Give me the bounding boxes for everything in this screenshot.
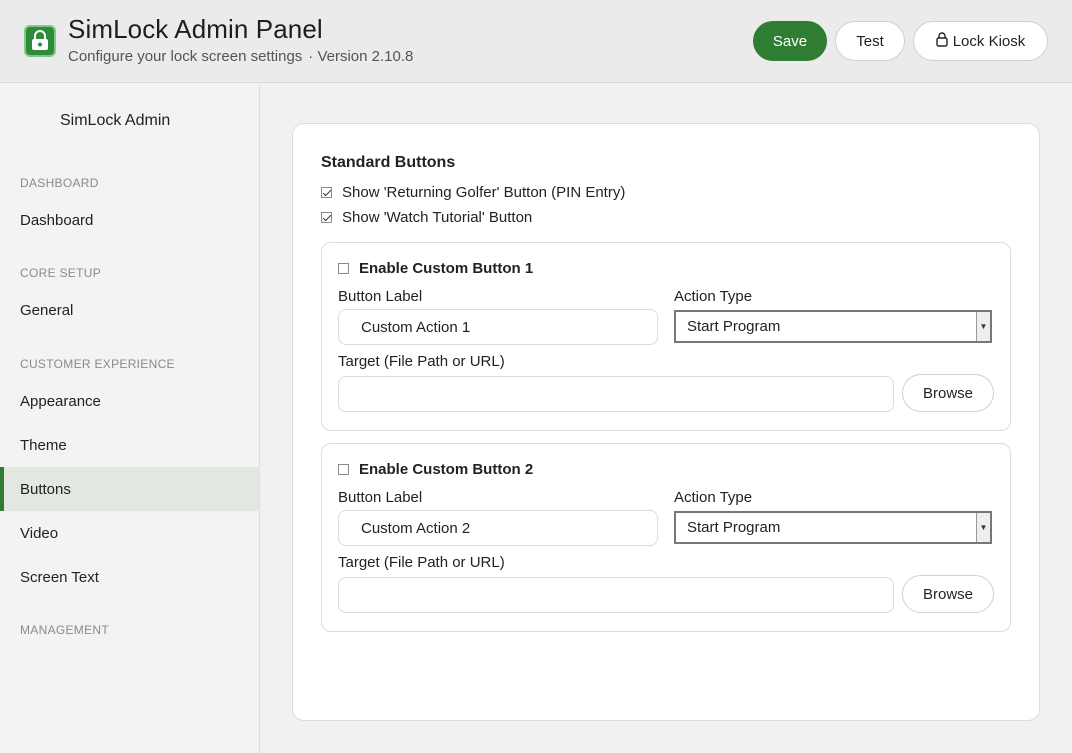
sidebar-item-dashboard[interactable]: Dashboard (0, 198, 259, 242)
lock-kiosk-label: Lock Kiosk (952, 32, 1026, 50)
enable-custom-button-1-option[interactable]: Enable Custom Button 1 (338, 260, 533, 277)
section-management: MANAGEMENT (20, 623, 110, 637)
returning-golfer-checkbox[interactable] (321, 187, 332, 198)
target-input[interactable] (338, 577, 894, 613)
enable-custom-button-1-label: Enable Custom Button 1 (359, 260, 534, 277)
sidebar: SimLock Admin DASHBOARD Dashboard CORE S… (0, 84, 260, 753)
chevron-down-icon[interactable]: ▼ (976, 513, 992, 542)
enable-custom-button-2-label: Enable Custom Button 2 (359, 461, 534, 478)
watch-tutorial-checkbox[interactable] (321, 212, 332, 223)
action-type-title: Action Type (674, 288, 753, 305)
target-input[interactable] (338, 376, 894, 412)
action-type-value: Start Program (687, 519, 781, 536)
lock-screen-logo-icon (24, 25, 56, 57)
action-type-select[interactable]: Start Program ▼ (674, 511, 992, 544)
version-text: · Version 2.10.8 (308, 48, 414, 65)
watch-tutorial-label: Show 'Watch Tutorial' Button (342, 209, 533, 226)
section-customer-experience: CUSTOMER EXPERIENCE (20, 357, 175, 371)
custom-button-2-panel: Enable Custom Button 2 Button Label Cust… (321, 443, 1011, 632)
save-button[interactable]: Save (753, 21, 827, 61)
action-type-value: Start Program (687, 318, 781, 335)
returning-golfer-label: Show 'Returning Golfer' Button (PIN Entr… (342, 184, 626, 201)
sidebar-item-general[interactable]: General (0, 288, 259, 332)
target-title: Target (File Path or URL) (338, 353, 505, 370)
section-dashboard: DASHBOARD (20, 176, 99, 190)
action-type-select[interactable]: Start Program ▼ (674, 310, 992, 343)
test-button[interactable]: Test (835, 21, 905, 61)
lock-kiosk-button[interactable]: Lock Kiosk (913, 21, 1048, 61)
standard-buttons-title: Standard Buttons (321, 154, 456, 171)
app-header: SimLock Admin Panel Configure your lock … (0, 0, 1072, 83)
action-type-title: Action Type (674, 489, 753, 506)
section-core-setup: CORE SETUP (20, 266, 102, 280)
app-title: SimLock Admin Panel (68, 14, 323, 44)
button-label-input[interactable]: Custom Action 2 (338, 510, 658, 546)
button-label-title: Button Label (338, 288, 423, 305)
enable-custom-button-2-option[interactable]: Enable Custom Button 2 (338, 461, 533, 478)
sidebar-title: SimLock Admin (60, 112, 171, 129)
returning-golfer-option[interactable]: Show 'Returning Golfer' Button (PIN Entr… (321, 184, 625, 201)
target-title: Target (File Path or URL) (338, 554, 505, 571)
watch-tutorial-option[interactable]: Show 'Watch Tutorial' Button (321, 209, 532, 226)
sidebar-item-buttons[interactable]: Buttons (0, 467, 259, 511)
sidebar-item-appearance[interactable]: Appearance (0, 379, 259, 423)
sidebar-item-theme[interactable]: Theme (0, 423, 259, 467)
lock-icon (936, 31, 948, 51)
enable-custom-button-1-checkbox[interactable] (338, 263, 349, 274)
browse-button[interactable]: Browse (902, 374, 994, 412)
button-label-input[interactable]: Custom Action 1 (338, 309, 658, 345)
subtitle-text: Configure your lock screen settings (68, 48, 303, 65)
buttons-settings-card: Standard Buttons Show 'Returning Golfer'… (292, 123, 1040, 721)
sidebar-item-video[interactable]: Video (0, 511, 259, 555)
button-label-title: Button Label (338, 489, 423, 506)
custom-button-1-panel: Enable Custom Button 1 Button Label Cust… (321, 242, 1011, 431)
sidebar-item-screen-text[interactable]: Screen Text (0, 555, 259, 599)
app-subtitle: Configure your lock screen settings · Ver… (68, 48, 413, 65)
browse-button[interactable]: Browse (902, 575, 994, 613)
enable-custom-button-2-checkbox[interactable] (338, 464, 349, 475)
chevron-down-icon[interactable]: ▼ (976, 312, 992, 341)
